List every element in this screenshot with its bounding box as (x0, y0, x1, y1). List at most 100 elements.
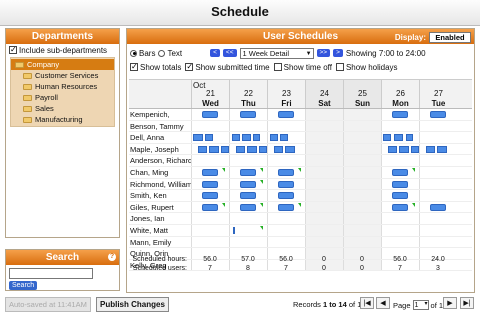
first-page-button[interactable]: |◀ (360, 297, 374, 309)
day-cell[interactable] (305, 132, 343, 143)
shift-bar[interactable] (278, 111, 294, 118)
day-cell[interactable] (267, 236, 305, 248)
day-cell[interactable] (191, 109, 229, 120)
day-cell[interactable] (305, 155, 343, 166)
shift-bar[interactable] (278, 203, 294, 211)
day-cell[interactable] (381, 190, 419, 201)
shift-bar[interactable] (202, 203, 218, 211)
schedule-row[interactable]: Jones, Ian (129, 213, 472, 225)
shift-bar[interactable] (392, 168, 408, 176)
shift-bar[interactable] (240, 168, 256, 176)
day-cell[interactable] (267, 201, 305, 213)
day-cell[interactable] (267, 109, 305, 120)
shift-bar[interactable] (437, 145, 447, 153)
day-cell[interactable] (267, 120, 305, 132)
shift-bar[interactable] (240, 111, 256, 118)
day-cell[interactable] (343, 155, 381, 166)
schedule-row[interactable]: Richmond, William (129, 178, 472, 191)
day-cell[interactable] (419, 190, 457, 201)
day-cell[interactable] (343, 201, 381, 213)
display-select[interactable]: Enabled (429, 32, 471, 43)
day-cell[interactable] (419, 213, 457, 224)
day-cell[interactable] (419, 166, 457, 178)
shift-bar[interactable] (232, 134, 240, 142)
shift-bar[interactable] (280, 134, 288, 142)
day-cell[interactable] (419, 236, 457, 248)
user-name[interactable]: Jones, Ian (129, 213, 191, 224)
shift-bar[interactable] (193, 134, 203, 142)
day-cell[interactable] (381, 109, 419, 120)
shift-bar[interactable] (430, 111, 446, 118)
day-cell[interactable] (191, 132, 229, 143)
last-page-button[interactable]: ▶| (460, 297, 474, 309)
day-cell[interactable] (381, 213, 419, 224)
bars-radio[interactable] (130, 49, 137, 57)
day-cell[interactable] (191, 155, 229, 166)
day-cell[interactable] (305, 213, 343, 224)
shift-bar[interactable] (392, 111, 408, 118)
day-cell[interactable] (267, 166, 305, 178)
day-cell[interactable] (305, 109, 343, 120)
shift-bar[interactable] (236, 145, 245, 153)
day-cell[interactable] (343, 224, 381, 236)
schedule-row[interactable]: Benson, Tammy (129, 120, 472, 133)
day-cell[interactable] (305, 201, 343, 213)
day-cell[interactable] (305, 178, 343, 190)
next-page-button[interactable]: ▶ (443, 297, 457, 309)
day-cell[interactable] (381, 143, 419, 155)
day-cell[interactable] (381, 155, 419, 166)
shift-bar[interactable] (392, 203, 408, 211)
user-name[interactable]: Kempenich, (129, 109, 191, 120)
day-cell[interactable] (267, 155, 305, 166)
prev-week-button[interactable]: < (210, 49, 220, 57)
day-cell[interactable] (305, 143, 343, 155)
day-cell[interactable] (191, 143, 229, 155)
tree-item-payroll[interactable]: Payroll (11, 92, 114, 103)
include-sub-departments-option[interactable]: Include sub-departments (6, 44, 119, 56)
shift-bar[interactable] (253, 134, 260, 142)
day-cell[interactable] (343, 132, 381, 143)
day-cell[interactable] (229, 224, 267, 236)
shift-bar[interactable] (278, 168, 294, 176)
day-cell[interactable] (343, 190, 381, 201)
user-name[interactable]: Giles, Rupert (129, 202, 191, 213)
day-cell[interactable] (343, 236, 381, 248)
day-cell[interactable] (267, 178, 305, 190)
autosave-button[interactable]: Auto-saved at 11:41AM (5, 297, 91, 312)
day-cell[interactable] (229, 213, 267, 224)
tree-item-customer-services[interactable]: Customer Services (11, 70, 114, 81)
day-cell[interactable] (229, 155, 267, 166)
shift-bar[interactable] (426, 145, 435, 153)
prev-page-button[interactable]: ◀ (376, 297, 390, 309)
day-cell[interactable] (267, 190, 305, 201)
user-name[interactable]: Smith, Ken (129, 190, 191, 201)
shift-bar[interactable] (202, 168, 218, 176)
shift-bar[interactable] (233, 226, 235, 234)
shift-bar[interactable] (278, 180, 294, 188)
shift-bar[interactable] (240, 180, 256, 188)
day-cell[interactable] (305, 236, 343, 248)
user-name[interactable]: Maple, Joseph (129, 144, 191, 155)
schedule-row[interactable]: Maple, Joseph (129, 143, 472, 156)
shift-bar[interactable] (221, 145, 229, 153)
shift-bar[interactable] (274, 145, 283, 153)
day-cell[interactable] (267, 143, 305, 155)
schedule-row[interactable]: White, Matt (129, 224, 472, 237)
user-name[interactable]: Mann, Emily (129, 237, 191, 248)
schedule-row[interactable]: Kempenich, (129, 109, 472, 121)
day-cell[interactable] (419, 178, 457, 190)
range-select[interactable]: 1 Week Detail (239, 47, 314, 59)
day-cell[interactable] (191, 213, 229, 224)
show-holidays-option[interactable]: Show holidays (335, 63, 398, 72)
day-cell[interactable] (381, 236, 419, 248)
day-cell[interactable] (381, 224, 419, 236)
page-select[interactable]: 1 (412, 300, 429, 310)
shift-bar[interactable] (242, 134, 251, 142)
day-cell[interactable] (229, 143, 267, 155)
search-button[interactable]: Search (9, 281, 38, 290)
tree-item-company[interactable]: Company (11, 59, 114, 70)
day-cell[interactable] (343, 143, 381, 155)
shift-bar[interactable] (285, 145, 295, 153)
tree-item-manufacturing[interactable]: Manufacturing (11, 114, 114, 125)
shift-bar[interactable] (259, 145, 267, 153)
